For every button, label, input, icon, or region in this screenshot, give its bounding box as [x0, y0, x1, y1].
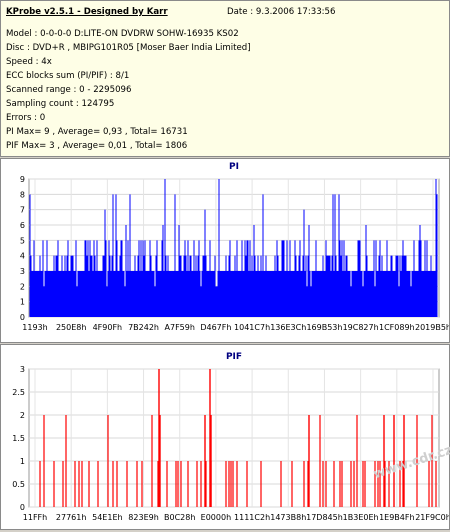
y-tick-label: 1.5 [12, 434, 25, 443]
x-tick-label: 21F9C0h [415, 513, 449, 522]
y-tick-label: 8 [20, 190, 25, 199]
pi-chart-panel: PI 0 1 2 3 4 5 6 7 8 9 1193h 250E8h 4F90Fh 7B242h A7F59… [0, 158, 450, 343]
x-tick-label: B0C28h [164, 513, 195, 522]
info-range: Scanned range : 0 - 2295096 [6, 85, 132, 95]
x-tick-label: 823E9h [128, 513, 158, 522]
y-tick-label: 1 [20, 298, 25, 307]
info-pi-summary: PI Max= 9 , Average= 0,93 , Total= 16731 [6, 127, 188, 137]
info-errors: Errors : 0 [6, 113, 46, 123]
x-tick-label: 1193h [22, 323, 47, 332]
x-tick-label: E0000h [201, 513, 231, 522]
y-tick-label: 3 [20, 365, 25, 374]
info-sampling: Sampling count : 124795 [6, 99, 115, 109]
x-tick-label: 4F90Fh [93, 323, 123, 332]
y-tick-label: 0 [20, 313, 25, 322]
x-tick-label: D467Fh [200, 323, 231, 332]
y-tick-label: 2 [20, 282, 25, 291]
y-tick-label: 3 [20, 267, 25, 276]
info-speed: Speed : 4x [6, 57, 52, 67]
x-tick-label: A7F59h [165, 323, 195, 332]
x-tick-label: 1041C7h [234, 323, 270, 332]
x-tick-label: 7B242h [128, 323, 159, 332]
x-tick-label: 11FFh [23, 513, 47, 522]
x-tick-label: 1E9B4Fh [379, 513, 414, 522]
x-tick-label: 136E3Ch [270, 323, 306, 332]
y-tick-label: 6 [20, 221, 25, 230]
x-tick-label: 1473B8h [270, 513, 306, 522]
chart-title: PI [229, 162, 239, 172]
x-tick-label: 1111C2h [234, 513, 270, 522]
y-tick-label: 5 [20, 236, 25, 245]
pif-chart: PIF 0 0.5 1 1.5 2 2.5 3 11FFh 27761h 54E1Eh 823E9h B… [12, 352, 450, 522]
pi-chart: PI 0 1 2 3 4 5 6 7 8 9 1193h 250E8h 4F90Fh 7B242h A7F59… [20, 162, 450, 332]
x-tick-label: 1B3E0Eh [343, 513, 379, 522]
y-tick-label: 1 [20, 457, 25, 466]
y-tick-label: 2 [20, 411, 25, 420]
y-tick-label: 2.5 [12, 388, 25, 397]
x-tick-label: 17D845h [306, 513, 343, 522]
pif-chart-panel: PIF 0 0.5 1 1.5 2 2.5 3 11FFh 27761h 54E1Eh 823E9h B… [0, 344, 450, 530]
info-panel: KProbe v2.5.1 - Designed by Karr Date : … [0, 0, 450, 157]
info-disc: Disc : DVD+R , MBIPG101R05 [Moser Baer I… [6, 43, 251, 53]
x-tick-label: 2019B5h [415, 323, 449, 332]
x-tick-label: 1CF089h [379, 323, 415, 332]
info-ecc: ECC blocks sum (PI/PIF) : 8/1 [6, 71, 130, 81]
info-model: Model : 0-0-0-0 D:LITE-ON DVDRW SOHW-169… [6, 29, 239, 39]
y-tick-label: 0.5 [12, 480, 25, 489]
app-title: KProbe v2.5.1 - Designed by Karr [6, 7, 168, 17]
chart-title: PIF [226, 352, 242, 362]
y-tick-label: 9 [20, 175, 25, 184]
y-tick-label: 7 [20, 206, 25, 215]
scan-date: Date : 9.3.2006 17:33:56 [227, 7, 336, 17]
x-tick-label: 250E8h [56, 323, 86, 332]
y-tick-label: 0 [20, 503, 25, 512]
info-pif-summary: PIF Max= 3 , Average= 0,01 , Total= 1806 [6, 141, 188, 151]
x-tick-label: 27761h [56, 513, 87, 522]
x-tick-label: 54E1Eh [92, 513, 122, 522]
x-tick-label: 19C827h [343, 323, 379, 332]
y-tick-label: 4 [20, 252, 25, 261]
x-tick-label: 169B53h [306, 323, 342, 332]
